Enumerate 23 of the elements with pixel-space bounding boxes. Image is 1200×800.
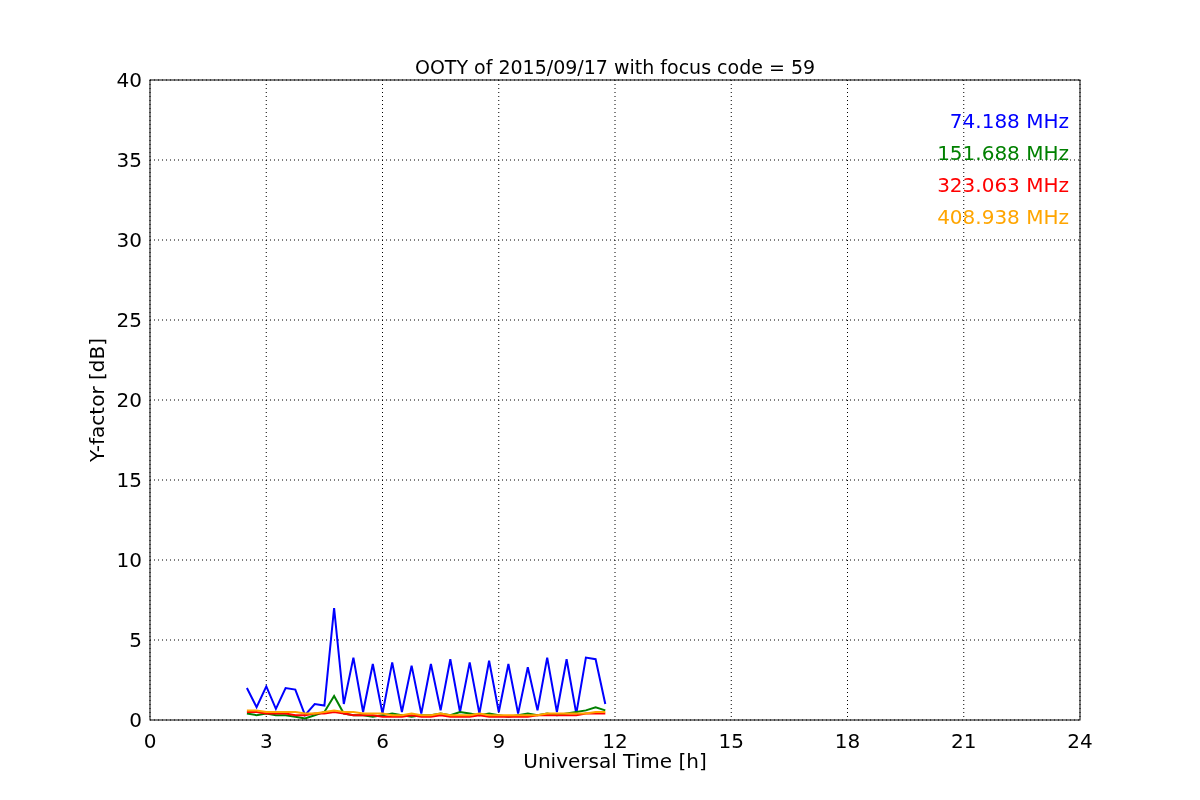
y-tick-label: 5 bbox=[129, 628, 142, 652]
y-tick-label: 0 bbox=[129, 708, 142, 732]
legend-label: 74.188 MHz bbox=[949, 109, 1069, 133]
y-tick-label: 35 bbox=[116, 148, 142, 172]
x-tick-label: 0 bbox=[143, 729, 157, 753]
y-tick-label: 10 bbox=[116, 548, 142, 572]
y-tick-label: 15 bbox=[116, 468, 142, 492]
legend-label: 151.688 MHz bbox=[937, 141, 1069, 165]
x-tick-label: 9 bbox=[492, 729, 506, 753]
y-tick-label: 40 bbox=[116, 68, 142, 92]
x-tick-label: 24 bbox=[1067, 729, 1093, 753]
x-tick-label: 21 bbox=[951, 729, 977, 753]
chart-title: OOTY of 2015/09/17 with focus code = 59 bbox=[414, 56, 816, 78]
x-tick-label: 15 bbox=[718, 729, 744, 753]
x-tick-label: 18 bbox=[834, 729, 861, 753]
x-tick-label: 3 bbox=[259, 729, 273, 753]
legend-label: 408.938 MHz bbox=[937, 205, 1069, 229]
y-tick-label: 30 bbox=[116, 228, 142, 252]
y-tick-label: 25 bbox=[116, 308, 142, 332]
y-axis-label: Y-factor [dB] bbox=[85, 338, 109, 462]
legend-label: 323.063 MHz bbox=[937, 173, 1069, 197]
x-tick-label: 6 bbox=[376, 729, 389, 753]
y-tick-label: 20 bbox=[116, 388, 142, 412]
